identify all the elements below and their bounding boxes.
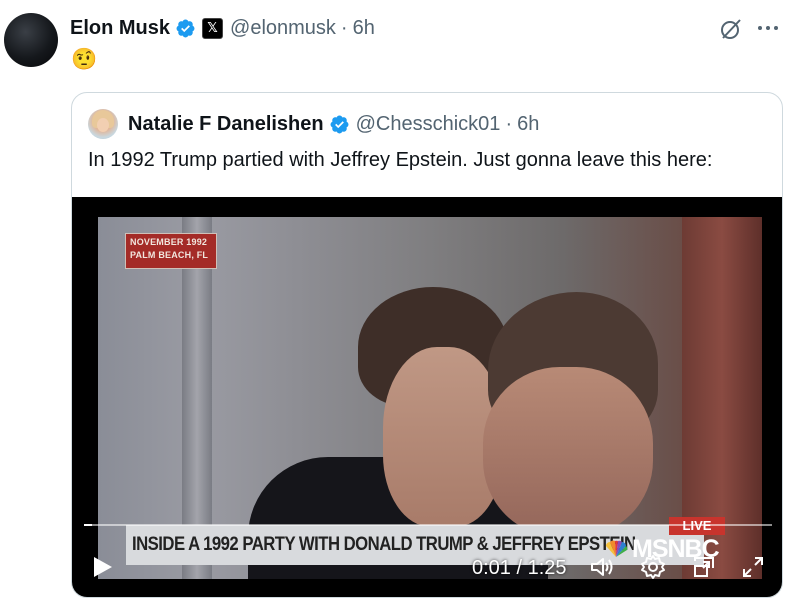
play-icon[interactable] — [90, 555, 114, 579]
post-header: Elon Musk 𝕏 @elonmusk · 6h — [70, 14, 375, 42]
video-player[interactable]: NOVEMBER 1992 PALM BEACH, FL INSIDE A 19… — [72, 197, 782, 597]
quoted-header: Natalie F Danelishen @Chesschick01 · 6h — [88, 109, 539, 139]
quoted-post[interactable]: Natalie F Danelishen @Chesschick01 · 6h … — [71, 92, 783, 598]
grok-icon[interactable] — [718, 16, 744, 42]
post-timestamp[interactable]: 6h — [353, 17, 375, 40]
volume-icon[interactable] — [588, 553, 616, 581]
separator-dot: · — [505, 112, 513, 135]
lower-third-text: INSIDE A 1992 PARTY WITH DONALD TRUMP & … — [132, 534, 636, 555]
verified-icon — [330, 115, 349, 133]
quoted-avatar[interactable] — [88, 109, 118, 139]
quoted-author-name[interactable]: Natalie F Danelishen — [128, 113, 324, 136]
more-icon[interactable] — [756, 16, 780, 40]
date-location-badge: NOVEMBER 1992 PALM BEACH, FL — [125, 233, 217, 269]
pip-icon[interactable] — [690, 553, 718, 581]
quoted-author-handle[interactable]: @Chesschick01 — [356, 113, 501, 136]
video-progress-fill — [84, 524, 93, 526]
author-name[interactable]: Elon Musk — [70, 17, 170, 40]
quoted-text: In 1992 Trump partied with Jeffrey Epste… — [88, 149, 713, 171]
location-line: PALM BEACH, FL — [130, 250, 209, 260]
author-avatar[interactable] — [4, 13, 58, 67]
x-affiliation-badge[interactable]: 𝕏 — [202, 17, 224, 39]
settings-icon[interactable] — [639, 553, 667, 581]
fullscreen-icon[interactable] — [739, 553, 767, 581]
video-time-readout: 0:01 / 1:25 — [472, 557, 567, 579]
separator-dot: · — [340, 16, 348, 39]
date-line: NOVEMBER 1992 — [130, 237, 208, 247]
video-progress-bar[interactable] — [84, 524, 772, 526]
post-emoji: 🤨 — [71, 48, 98, 71]
verified-icon — [176, 19, 195, 37]
live-badge: LIVE — [669, 517, 725, 535]
quoted-timestamp[interactable]: 6h — [517, 113, 539, 136]
author-handle[interactable]: @elonmusk — [230, 17, 336, 40]
